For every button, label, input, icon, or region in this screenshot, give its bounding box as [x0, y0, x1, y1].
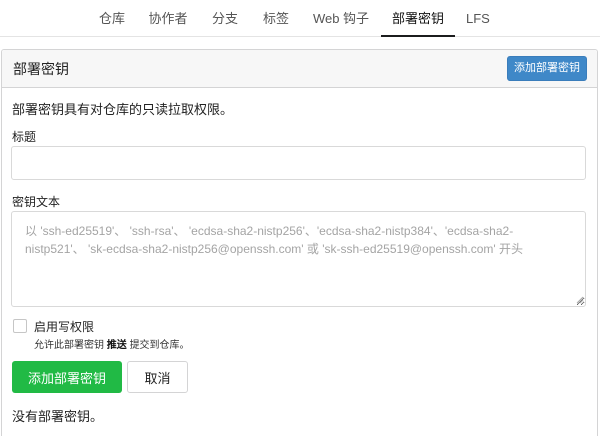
- write-access-label[interactable]: 启用写权限: [34, 318, 94, 335]
- tab-tags[interactable]: 标签: [262, 0, 290, 37]
- write-access-checkbox[interactable]: [13, 319, 27, 333]
- title-input[interactable]: [11, 146, 586, 180]
- cancel-button[interactable]: 取消: [127, 361, 188, 393]
- resize-handle-icon[interactable]: [576, 296, 584, 304]
- tab-lfs[interactable]: LFS: [466, 0, 490, 37]
- write-access-help: 允许此部署密钥 推送 提交到仓库。: [34, 336, 190, 351]
- form-intro-text: 部署密钥具有对仓库的只读拉取权限。: [12, 102, 234, 117]
- tab-repository[interactable]: 仓库: [96, 0, 128, 37]
- repo-settings-tabs: 仓库 协作者 分支 标签 Web 钩子 部署密钥 LFS: [0, 0, 600, 37]
- help-suffix: 提交到仓库。: [129, 340, 190, 351]
- tab-branches[interactable]: 分支: [211, 0, 239, 37]
- help-bold: 推送: [106, 340, 127, 351]
- add-deploy-key-button[interactable]: 添加部署密钥: [507, 56, 587, 81]
- tab-collaborators[interactable]: 协作者: [148, 0, 188, 37]
- panel-title: 部署密钥: [13, 61, 69, 77]
- submit-deploy-key-button[interactable]: 添加部署密钥: [12, 361, 122, 393]
- key-content-textarea[interactable]: [11, 211, 586, 307]
- tab-deploy-keys[interactable]: 部署密钥: [381, 0, 455, 37]
- title-label: 标题: [12, 130, 37, 144]
- panel-header: 部署密钥 添加部署密钥: [2, 50, 597, 88]
- tab-webhooks[interactable]: Web 钩子: [312, 0, 370, 37]
- key-content-label: 密钥文本: [12, 195, 61, 209]
- help-prefix: 允许此部署密钥: [34, 340, 104, 351]
- empty-state-text: 没有部署密钥。: [12, 409, 104, 424]
